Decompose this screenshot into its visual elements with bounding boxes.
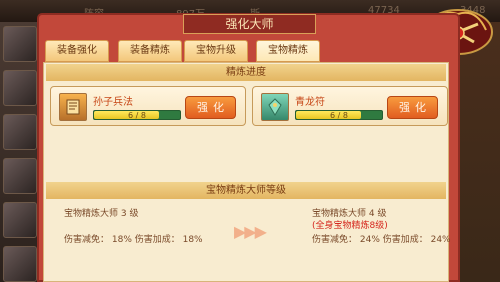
- hero-avatar[interactable]: [3, 114, 37, 150]
- tab-equipment-enhance[interactable]: 装备强化: [45, 40, 109, 62]
- treasure-name: 孙子兵法: [93, 97, 133, 108]
- hero-column: [0, 22, 38, 282]
- treasure-card: 孙子兵法 6 / 8 强化: [50, 86, 246, 126]
- next-master-stats: 伤害减免： 24% 伤害加成： 24%: [312, 235, 451, 245]
- jade-token-icon[interactable]: [261, 93, 289, 121]
- hero-avatar[interactable]: [3, 202, 37, 238]
- refine-progress-bar: 6 / 8: [295, 110, 383, 120]
- section-title-master: 宝物精炼大师等级: [46, 182, 446, 199]
- hero-avatar[interactable]: [3, 70, 37, 106]
- treasure-name: 青龙符: [295, 97, 325, 108]
- enhance-button[interactable]: 强化: [387, 96, 438, 119]
- hero-avatar[interactable]: [3, 26, 37, 62]
- enhance-button[interactable]: 强化: [185, 96, 236, 119]
- refine-progress-text: 6 / 8: [128, 111, 146, 120]
- hero-avatar[interactable]: [3, 246, 37, 282]
- arrow-right-icon: ▶▶▶: [234, 222, 267, 241]
- tab-treasure-refine[interactable]: 宝物精炼: [256, 40, 320, 62]
- current-master-stats: 伤害减免： 18% 伤害加成： 18%: [64, 235, 203, 245]
- scroll-icon[interactable]: [59, 93, 87, 121]
- tab-treasure-upgrade[interactable]: 宝物升级: [184, 40, 248, 62]
- refine-progress-text: 6 / 8: [330, 111, 348, 120]
- dialog-title: 强化大师: [183, 14, 316, 34]
- tab-equipment-refine[interactable]: 装备精炼: [118, 40, 182, 62]
- refine-progress-bar: 6 / 8: [93, 110, 181, 120]
- next-master-requirement: (全身宝物精炼8级): [312, 221, 388, 231]
- hero-avatar[interactable]: [3, 158, 37, 194]
- treasure-card: 青龙符 6 / 8 强化: [252, 86, 448, 126]
- current-master-level: 宝物精炼大师 3 级: [64, 209, 139, 219]
- section-title-progress: 精炼进度: [46, 64, 446, 81]
